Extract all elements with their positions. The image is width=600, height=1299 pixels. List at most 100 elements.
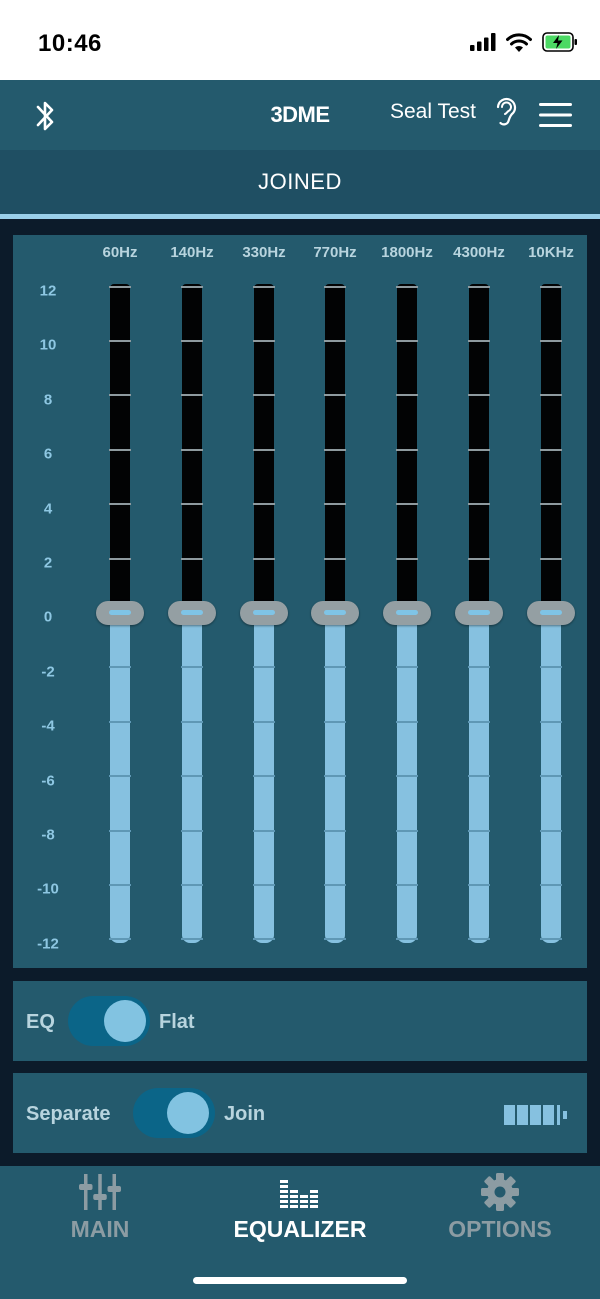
slider-tick bbox=[324, 503, 346, 506]
wifi-icon bbox=[506, 32, 532, 52]
slider-tick bbox=[540, 884, 562, 886]
battery-charging-icon bbox=[542, 32, 577, 52]
slider-thumb[interactable] bbox=[383, 601, 431, 625]
gain-scale-label: 2 bbox=[43, 554, 53, 572]
slider-track-lower bbox=[469, 613, 489, 943]
slider-tick bbox=[181, 285, 203, 288]
switch-knob bbox=[167, 1092, 209, 1134]
slider-tick bbox=[109, 285, 131, 288]
frequency-label: 4300Hz bbox=[453, 244, 505, 261]
gear-icon bbox=[481, 1173, 519, 1211]
slider-tick bbox=[468, 938, 490, 941]
slider-tick bbox=[540, 720, 562, 723]
tab-options[interactable]: OPTIONS bbox=[400, 1166, 600, 1266]
home-indicator bbox=[193, 1277, 407, 1284]
slider-tick bbox=[324, 938, 346, 941]
tab-options-label: OPTIONS bbox=[448, 1216, 552, 1242]
hamburger-menu-icon[interactable] bbox=[539, 102, 572, 128]
slider-thumb[interactable] bbox=[527, 601, 575, 625]
mode-bar: JOINED bbox=[0, 150, 600, 214]
eq-slider-770hz[interactable] bbox=[311, 284, 359, 946]
slider-thumb[interactable] bbox=[168, 601, 216, 625]
frequency-label: 1800Hz bbox=[381, 244, 433, 261]
slider-tick bbox=[253, 775, 275, 778]
slider-thumb[interactable] bbox=[240, 601, 288, 625]
eq-slider-4300hz[interactable] bbox=[455, 284, 503, 946]
slider-thumb[interactable] bbox=[455, 601, 503, 625]
eq-slider-1800hz[interactable] bbox=[383, 284, 431, 946]
slider-thumb[interactable] bbox=[311, 601, 359, 625]
slider-track-lower bbox=[397, 613, 417, 943]
eq-slider-60hz[interactable] bbox=[96, 284, 144, 946]
slider-tick bbox=[468, 829, 490, 832]
slider-tick bbox=[540, 448, 562, 451]
slider-tick bbox=[540, 503, 562, 506]
eq-slider-330hz[interactable] bbox=[240, 284, 288, 946]
slider-tick bbox=[109, 448, 131, 451]
tab-equalizer[interactable]: EQUALIZER bbox=[200, 1166, 400, 1266]
ear-icon[interactable] bbox=[492, 94, 520, 128]
slider-tick bbox=[324, 666, 346, 669]
eq-flat-switch[interactable] bbox=[68, 996, 150, 1046]
frequency-label: 330Hz bbox=[242, 244, 286, 261]
slider-thumb[interactable] bbox=[96, 601, 144, 625]
slider-tick bbox=[468, 720, 490, 723]
mode-label: JOINED bbox=[258, 169, 342, 194]
slider-tick bbox=[181, 938, 203, 941]
slider-tick bbox=[324, 775, 346, 778]
slider-tick bbox=[396, 557, 418, 560]
slider-tick bbox=[396, 285, 418, 288]
slider-tick bbox=[324, 394, 346, 397]
slider-tick bbox=[468, 340, 490, 342]
slider-tick bbox=[468, 775, 490, 778]
gain-scale-label: -12 bbox=[37, 935, 59, 953]
eq-toggle-row: EQ Flat bbox=[13, 981, 587, 1061]
slider-tick bbox=[109, 829, 131, 832]
seal-test-link[interactable]: Seal Test bbox=[390, 100, 476, 124]
slider-tick bbox=[181, 394, 203, 397]
slider-tick bbox=[540, 394, 562, 397]
gain-scale-label: -2 bbox=[41, 663, 55, 681]
status-bar: 10:46 bbox=[0, 0, 600, 80]
gain-scale-label: 0 bbox=[43, 608, 53, 626]
slider-tick bbox=[109, 884, 131, 886]
join-toggle-row: Separate Join bbox=[13, 1073, 587, 1153]
slider-tick bbox=[468, 285, 490, 288]
slider-tick bbox=[253, 503, 275, 506]
tab-main[interactable]: MAIN bbox=[0, 1166, 200, 1266]
mode-underline bbox=[0, 214, 600, 219]
slider-tick bbox=[324, 720, 346, 723]
flat-label: Flat bbox=[159, 1011, 195, 1033]
gain-scale-label: 10 bbox=[39, 336, 57, 354]
slider-tick bbox=[468, 503, 490, 506]
slider-tick bbox=[540, 557, 562, 560]
equalizer-bars-icon bbox=[280, 1180, 318, 1208]
slider-tick bbox=[253, 285, 275, 288]
slider-tick bbox=[324, 884, 346, 886]
slider-tick bbox=[324, 285, 346, 288]
slider-tick bbox=[109, 557, 131, 560]
slider-tick bbox=[181, 829, 203, 832]
slider-tick bbox=[396, 829, 418, 832]
slider-tick bbox=[109, 503, 131, 506]
slider-tick bbox=[396, 775, 418, 778]
slider-track-lower bbox=[110, 613, 130, 943]
eq-slider-140hz[interactable] bbox=[168, 284, 216, 946]
slider-tick bbox=[181, 503, 203, 506]
switch-knob bbox=[104, 1000, 146, 1042]
slider-tick bbox=[468, 394, 490, 397]
slider-tick bbox=[253, 829, 275, 832]
status-icons bbox=[470, 32, 578, 52]
gain-scale-label: -8 bbox=[41, 826, 55, 844]
gain-scale-label: 8 bbox=[43, 391, 53, 409]
separate-join-switch[interactable] bbox=[133, 1088, 215, 1138]
slider-tick bbox=[540, 829, 562, 832]
slider-tick bbox=[253, 557, 275, 560]
slider-tick bbox=[396, 503, 418, 506]
frequency-label: 60Hz bbox=[102, 244, 138, 261]
slider-tick bbox=[396, 884, 418, 886]
slider-tick bbox=[396, 720, 418, 723]
slider-tick bbox=[109, 394, 131, 397]
slider-tick bbox=[109, 938, 131, 941]
eq-slider-10khz[interactable] bbox=[527, 284, 575, 946]
